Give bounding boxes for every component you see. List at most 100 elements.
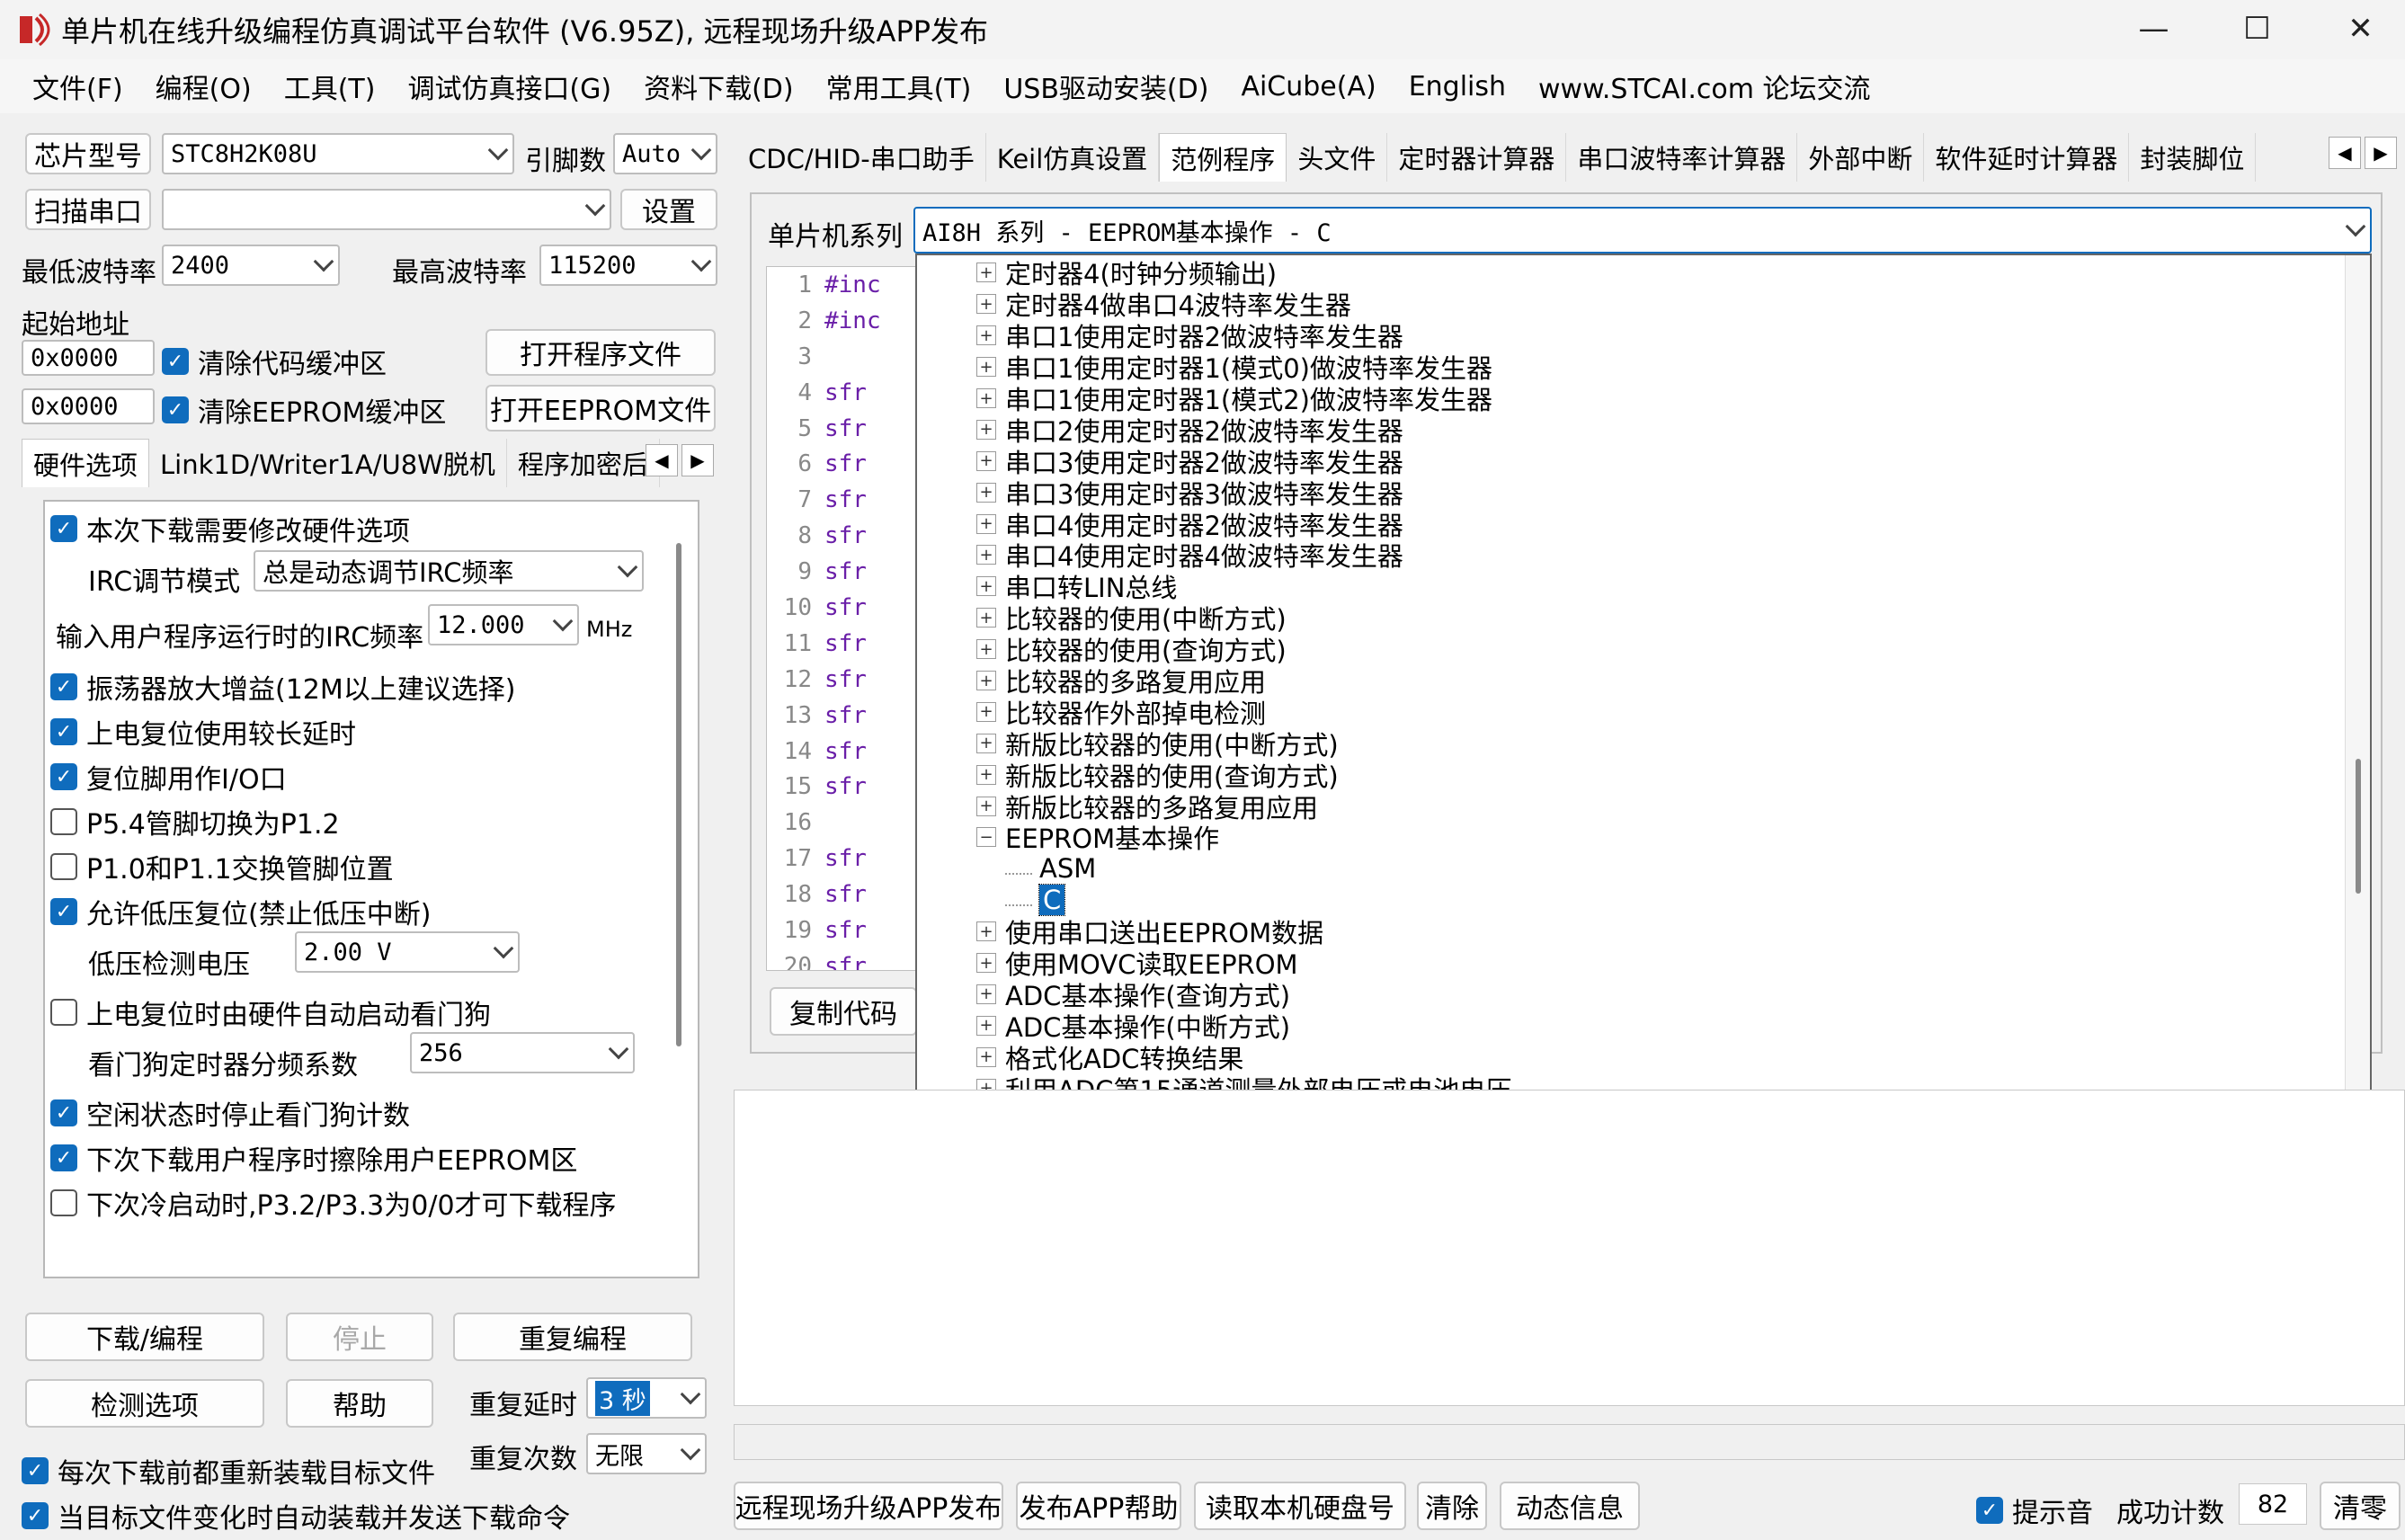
menu-website[interactable]: www.STCAI.com 论坛交流 <box>1522 67 1886 106</box>
open-eeprom-button[interactable]: 打开EEPROM文件 <box>485 385 716 432</box>
expand-icon[interactable]: + <box>976 294 996 315</box>
irc-freq-select[interactable]: 12.000 <box>428 604 579 645</box>
tab-hardware-options[interactable]: 硬件选项 <box>22 439 150 487</box>
tree-item[interactable]: C <box>976 884 1511 917</box>
tree-item[interactable]: + 新版比较器的多路复用应用 <box>976 790 1511 823</box>
expand-icon[interactable]: + <box>976 608 996 628</box>
p10-p11-checkbox[interactable]: P1.0和P1.1交换管脚位置 <box>50 847 394 886</box>
expand-icon[interactable]: + <box>976 482 996 503</box>
tree-item[interactable]: + 使用串口送出EEPROM数据 <box>976 916 1511 948</box>
tree-item[interactable]: ASM <box>976 853 1511 885</box>
menu-program[interactable]: 编程(O) <box>139 67 268 106</box>
code-view[interactable]: 1 #inc 2 #inc 3 4 sfr 5 sfr 6 sfr 7 sfr 8 sfr 9 sfr 10 sfr… <box>766 266 919 971</box>
close-button[interactable]: ✕ <box>2309 0 2405 58</box>
expand-icon[interactable]: + <box>976 419 996 440</box>
tree-item[interactable]: + 比较器的多路复用应用 <box>976 665 1511 698</box>
tree-item[interactable]: + 比较器的使用(查询方式) <box>976 634 1511 666</box>
right-tab-scroll-left-icon[interactable]: ◀ <box>2329 137 2361 169</box>
tab-encryption[interactable]: 程序加密后 <box>507 439 660 487</box>
tab-scroll-right-icon[interactable]: ▶ <box>681 444 714 476</box>
open-program-button[interactable]: 打开程序文件 <box>485 329 716 376</box>
chip-type-select[interactable]: STC8H2K08U <box>162 133 514 174</box>
expand-icon[interactable]: + <box>976 388 996 408</box>
tree-item[interactable]: − EEPROM基本操作 <box>976 822 1511 854</box>
expand-icon[interactable]: + <box>976 450 996 471</box>
menu-debug[interactable]: 调试仿真接口(G) <box>391 67 628 106</box>
tree-item[interactable]: + 定时器4做串口4波特率发生器 <box>976 289 1511 321</box>
reprogram-button[interactable]: 重复编程 <box>453 1313 692 1361</box>
remote-upgrade-button[interactable]: 远程现场升级APP发布 <box>734 1482 1003 1530</box>
repeat-delay-select[interactable]: 3 秒 <box>586 1377 707 1419</box>
clear-code-checkbox[interactable]: ✓ 清除代码缓冲区 <box>162 342 387 381</box>
expand-icon[interactable]: + <box>976 513 996 534</box>
erase-eeprom-checkbox[interactable]: ✓ 下次下载用户程序时擦除用户EEPROM区 <box>50 1138 577 1178</box>
lvr-checkbox[interactable]: ✓ 允许低压复位(禁止低压中断) <box>50 892 431 931</box>
sound-checkbox[interactable]: ✓ 提示音 <box>1976 1491 2093 1530</box>
expand-icon[interactable]: + <box>976 984 996 1004</box>
cold-start-checkbox[interactable]: 下次冷启动时,P3.2/P3.3为0/0才可下载程序 <box>50 1183 617 1223</box>
tree-item[interactable]: + 使用MOVC读取EEPROM <box>976 948 1511 980</box>
tree-item[interactable]: + 比较器的使用(中断方式) <box>976 602 1511 635</box>
code-address-input[interactable]: 0x0000 <box>22 340 155 376</box>
menu-tools[interactable]: 工具(T) <box>268 67 392 106</box>
tree-item[interactable]: + 串口2使用定时器2做波特率发生器 <box>976 414 1511 447</box>
tree-item[interactable]: + 串口4使用定时器4做波特率发生器 <box>976 539 1511 572</box>
panel-scrollbar[interactable] <box>676 543 681 1046</box>
app-help-button[interactable]: 发布APP帮助 <box>1016 1482 1181 1530</box>
tab-keil-settings[interactable]: Keil仿真设置 <box>986 133 1160 182</box>
tab-package-pins[interactable]: 封装脚位 <box>2129 133 2257 182</box>
tab-scroll-left-icon[interactable]: ◀ <box>646 444 678 476</box>
repeat-count-select[interactable]: 无限 <box>586 1433 707 1474</box>
tab-delay-calc[interactable]: 软件延时计算器 <box>1924 133 2130 182</box>
dynamic-info-button[interactable]: 动态信息 <box>1500 1482 1640 1530</box>
menu-aicube[interactable]: AiCube(A) <box>1225 71 1392 102</box>
clear-log-button[interactable]: 清除 <box>1417 1482 1487 1530</box>
maximize-button[interactable]: ☐ <box>2205 0 2309 58</box>
wdt-div-select[interactable]: 256 <box>410 1032 635 1073</box>
tab-baud-calc[interactable]: 串口波特率计算器 <box>1566 133 1798 182</box>
expand-icon[interactable]: + <box>976 357 996 378</box>
expand-icon[interactable]: + <box>976 796 996 816</box>
copy-code-button[interactable]: 复制代码 <box>770 987 917 1036</box>
idle-wdt-checkbox[interactable]: ✓ 空闲状态时停止看门狗计数 <box>50 1093 410 1133</box>
stop-button[interactable]: 停止 <box>286 1313 433 1361</box>
help-button[interactable]: 帮助 <box>286 1379 433 1428</box>
tab-examples[interactable]: 范例程序 <box>1159 133 1287 182</box>
low-voltage-select[interactable]: 2.00 V <box>295 931 520 973</box>
expand-icon[interactable]: + <box>976 576 996 597</box>
menu-usb-driver[interactable]: USB驱动安装(D) <box>987 67 1225 106</box>
tree-scrollbar-thumb[interactable] <box>2356 759 2361 894</box>
pins-select[interactable]: Auto <box>613 133 717 174</box>
expand-icon[interactable]: + <box>976 764 996 785</box>
chip-type-button[interactable]: 芯片型号 <box>25 133 151 174</box>
expand-icon[interactable]: + <box>976 953 996 974</box>
menu-file[interactable]: 文件(F) <box>16 67 139 106</box>
menu-english[interactable]: English <box>1393 71 1522 102</box>
min-baud-select[interactable]: 2400 <box>162 245 340 286</box>
tab-serial-assistant[interactable]: CDC/HID-串口助手 <box>737 133 986 182</box>
port-select[interactable] <box>162 189 611 230</box>
tab-timer-calc[interactable]: 定时器计算器 <box>1387 133 1567 182</box>
menu-common-tools[interactable]: 常用工具(T) <box>810 67 988 106</box>
long-delay-checkbox[interactable]: ✓ 上电复位使用较长延时 <box>50 712 356 752</box>
expand-icon[interactable]: + <box>976 733 996 753</box>
settings-button[interactable]: 设置 <box>620 189 717 230</box>
irc-mode-select[interactable]: 总是动态调节IRC频率 <box>254 550 644 592</box>
tab-header-files[interactable]: 头文件 <box>1287 133 1388 182</box>
output-log[interactable] <box>734 1090 2405 1406</box>
expand-icon[interactable]: + <box>976 1015 996 1036</box>
tree-item[interactable]: + 串口3使用定时器3做波特率发生器 <box>976 476 1511 510</box>
tree-item[interactable]: + 新版比较器的使用(查询方式) <box>976 759 1511 792</box>
expand-icon[interactable]: + <box>976 1046 996 1067</box>
modify-hw-checkbox[interactable]: ✓ 本次下载需要修改硬件选项 <box>50 509 410 548</box>
right-tab-scroll-right-icon[interactable]: ▶ <box>2365 137 2397 169</box>
tab-ext-interrupt[interactable]: 外部中断 <box>1797 133 1925 182</box>
read-disk-id-button[interactable]: 读取本机硬盘号 <box>1194 1482 1406 1530</box>
wdt-auto-checkbox[interactable]: 上电复位时由硬件自动启动看门狗 <box>50 993 491 1032</box>
tree-item[interactable]: + ADC基本操作(查询方式) <box>976 978 1511 1011</box>
p54-switch-checkbox[interactable]: P5.4管脚切换为P1.2 <box>50 802 340 841</box>
max-baud-select[interactable]: 115200 <box>539 245 717 286</box>
tree-item[interactable]: + 串口1使用定时器1(模式0)做波特率发生器 <box>976 352 1511 384</box>
eeprom-address-input[interactable]: 0x0000 <box>22 388 155 424</box>
expand-icon[interactable]: + <box>976 671 996 691</box>
